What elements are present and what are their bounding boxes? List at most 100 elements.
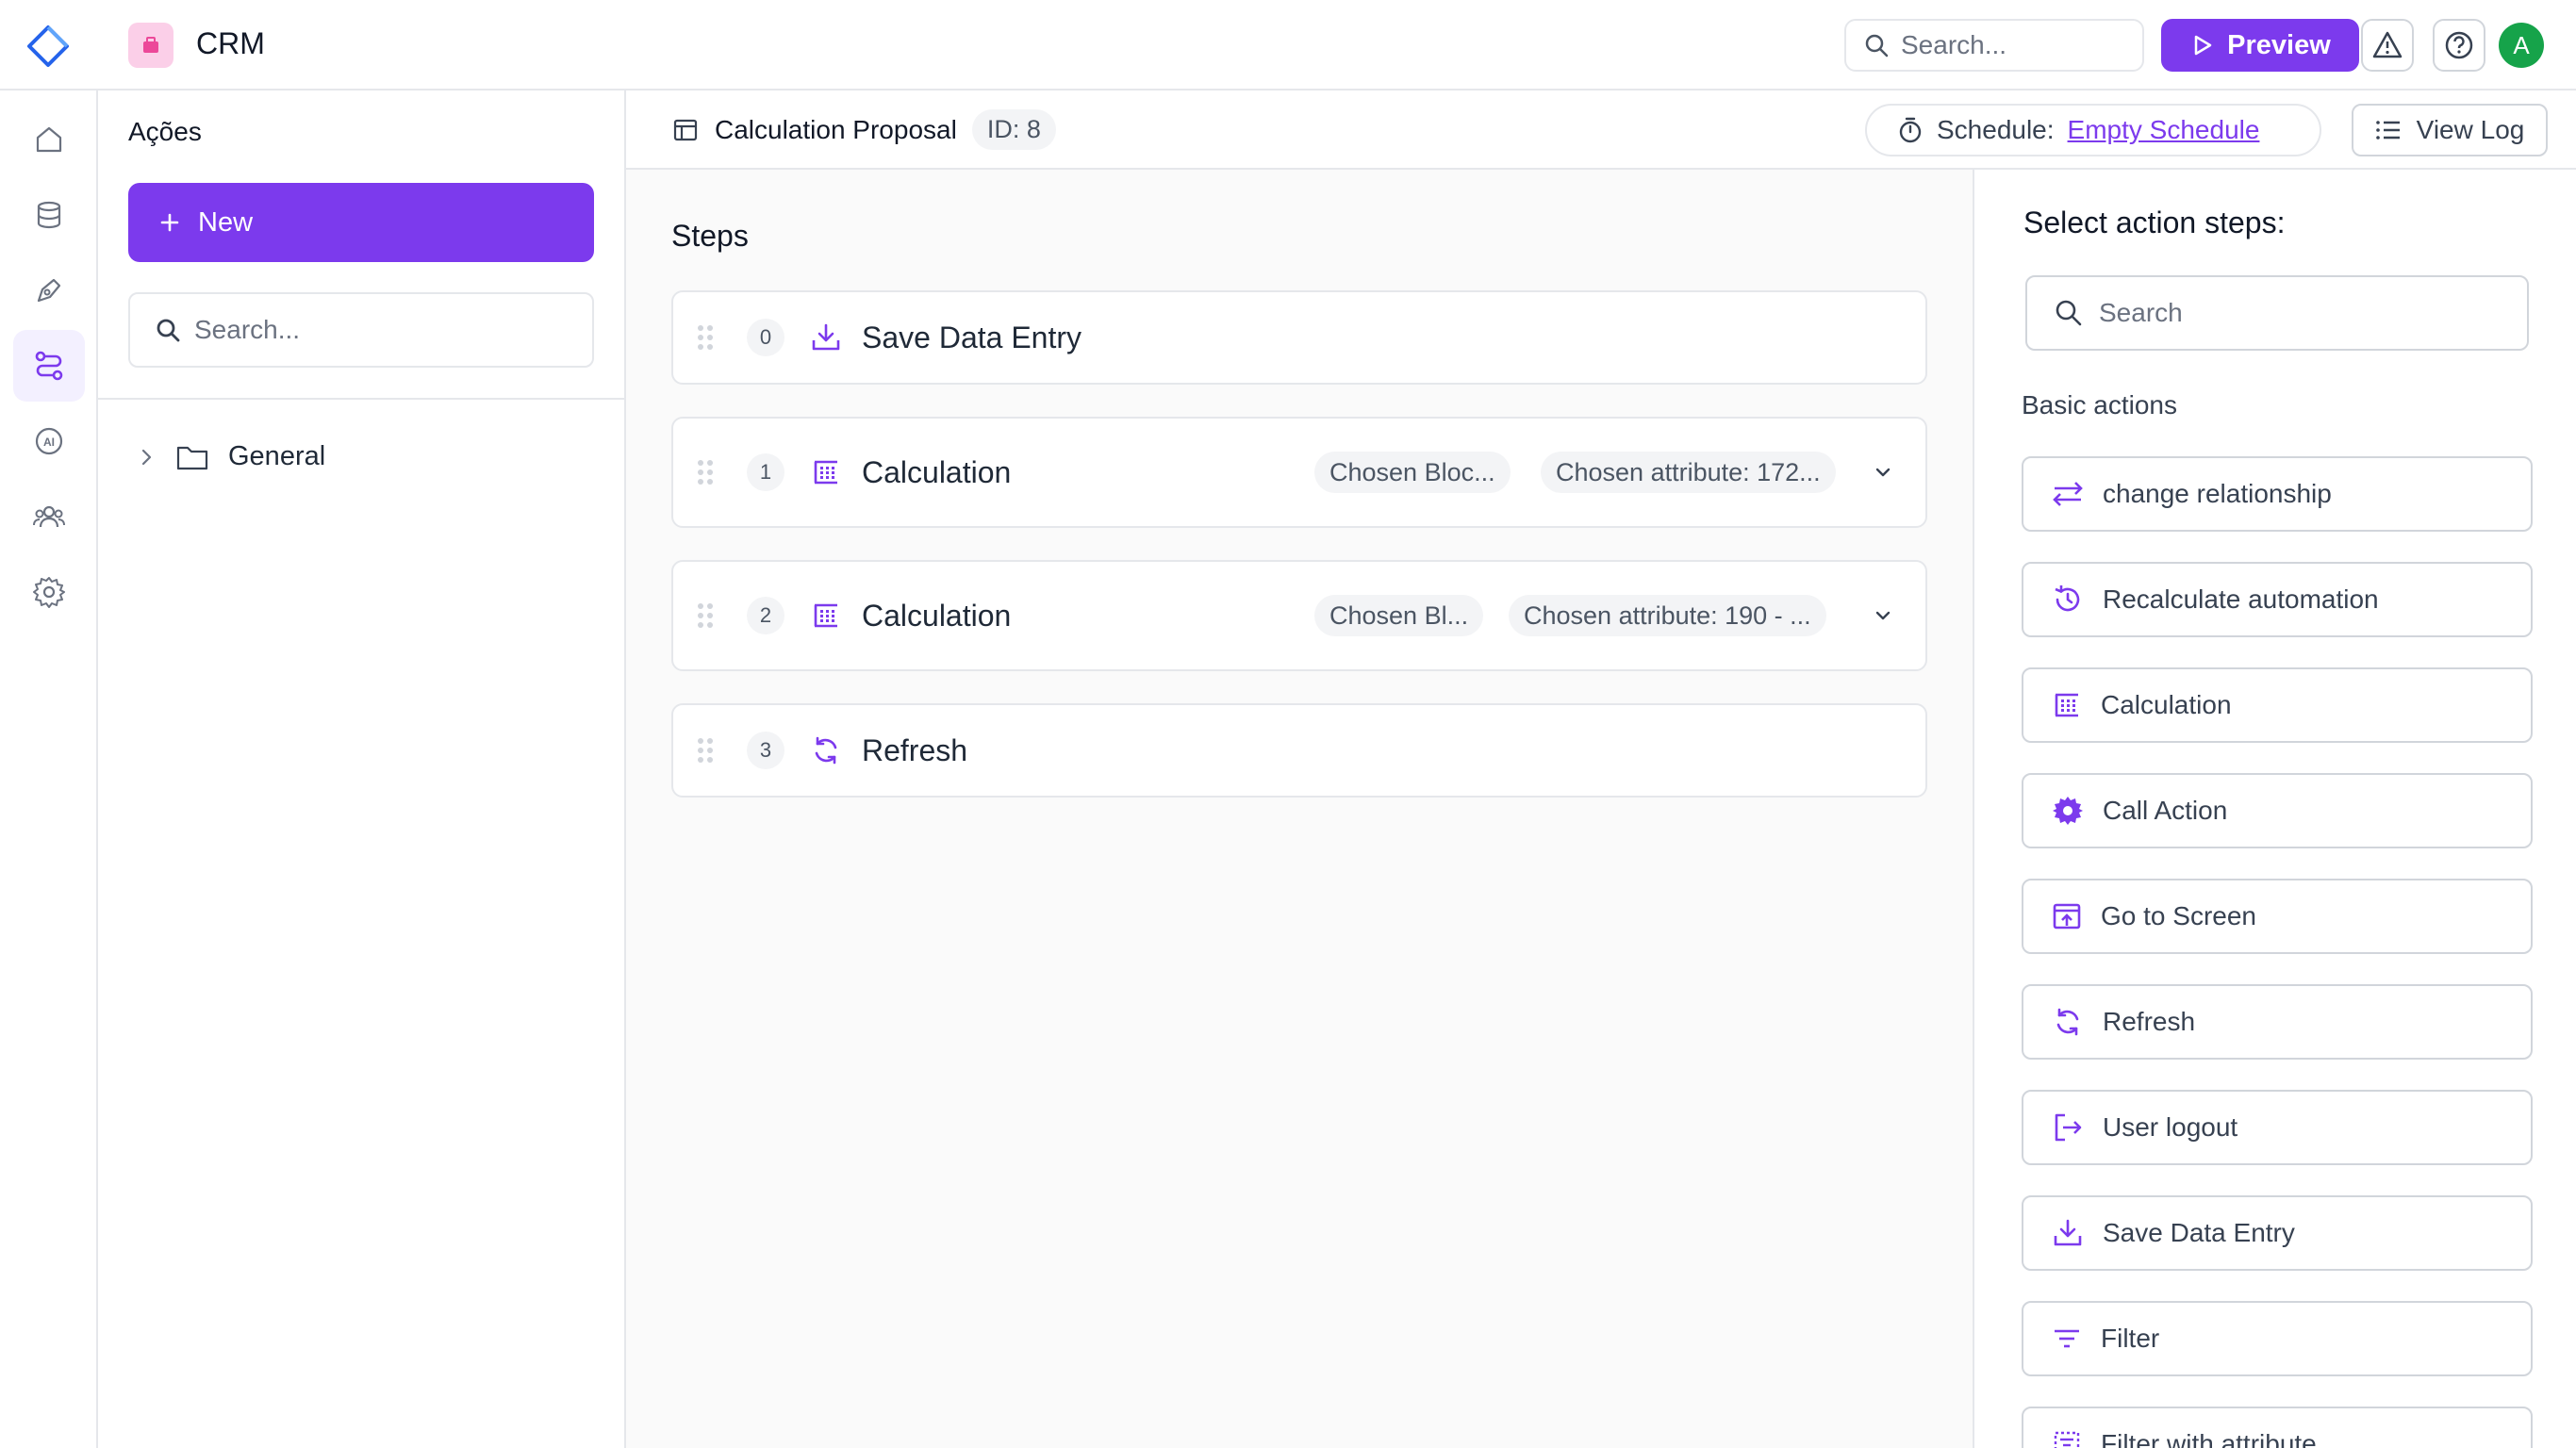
action-option[interactable]: Calculation <box>2022 667 2533 743</box>
action-steps-search-placeholder: Search <box>2099 298 2183 327</box>
preview-label: Preview <box>2227 29 2331 60</box>
action-label: Filter with attribute <box>2101 1429 2317 1448</box>
settings-icon <box>32 575 66 609</box>
automation-header: Calculation Proposal ID: 8 Schedule: Emp… <box>626 90 2576 170</box>
calculation-icon <box>807 597 845 634</box>
section-label: Basic actions <box>2022 390 2177 420</box>
folder-item-general[interactable]: General <box>136 441 325 472</box>
step-item[interactable]: 3 Refresh <box>671 703 1927 798</box>
action-option[interactable]: Filter with attribute <box>2022 1407 2533 1448</box>
chevron-down-icon[interactable] <box>1873 462 1893 483</box>
save-download-icon <box>807 319 845 356</box>
app-root: CRM Search... Preview A AI Ações New Sea… <box>0 0 2576 1448</box>
actions-search-input[interactable]: Search... <box>128 292 594 368</box>
step-label: Refresh <box>862 732 968 767</box>
step-item[interactable]: 2 Calculation Chosen Bl... Chosen attrib… <box>671 560 1927 671</box>
step-chip: Chosen attribute: 190 - ... <box>1509 595 1826 636</box>
plus-icon <box>158 211 181 234</box>
action-option[interactable]: Recalculate automation <box>2022 562 2533 637</box>
save-download-icon <box>2052 1217 2084 1249</box>
relationship-icon <box>2052 480 2084 508</box>
step-index: 3 <box>747 732 784 769</box>
action-label: Call Action <box>2103 796 2228 825</box>
rail-item-home[interactable] <box>13 104 85 175</box>
new-button-label: New <box>198 206 254 238</box>
search-icon <box>1863 32 1890 58</box>
action-label: User logout <box>2103 1112 2238 1142</box>
rail-item-users[interactable] <box>13 481 85 552</box>
action-option[interactable]: change relationship <box>2022 456 2533 532</box>
action-option[interactable]: Go to Screen <box>2022 879 2533 954</box>
steps-title: Steps <box>671 219 749 253</box>
home-icon <box>33 123 65 156</box>
step-item[interactable]: 1 Calculation Chosen Bloc... Chosen attr… <box>671 417 1927 528</box>
filter-attribute-icon <box>2052 1429 2082 1448</box>
screen-icon <box>2052 901 2082 931</box>
ai-icon: AI <box>33 425 65 457</box>
gear-icon <box>2052 795 2084 827</box>
filter-icon <box>2052 1325 2082 1352</box>
automation-title: Calculation Proposal ID: 8 <box>671 109 1056 150</box>
step-label: Calculation <box>862 454 1012 489</box>
action-label: Refresh <box>2103 1007 2196 1036</box>
preview-button[interactable]: Preview <box>2161 19 2359 72</box>
nav-rail: AI <box>0 90 98 1448</box>
rail-item-settings[interactable] <box>13 556 85 628</box>
schedule-link[interactable]: Empty Schedule <box>2068 115 2260 145</box>
users-icon <box>32 501 66 533</box>
step-chip: Chosen attribute: 172... <box>1541 452 1836 493</box>
new-button[interactable]: New <box>128 183 594 262</box>
view-log-button[interactable]: View Log <box>2352 104 2548 156</box>
step-chip: Chosen Bl... <box>1314 595 1484 636</box>
action-label: Go to Screen <box>2101 901 2256 930</box>
table-icon <box>671 116 700 144</box>
action-option[interactable]: Call Action <box>2022 773 2533 848</box>
global-search-input[interactable]: Search... <box>1844 19 2144 72</box>
action-option[interactable]: Filter <box>2022 1301 2533 1376</box>
search-icon <box>155 317 181 343</box>
chevron-right-icon[interactable] <box>136 447 157 468</box>
drag-handle-icon[interactable] <box>696 601 715 630</box>
app-badge-icon <box>128 23 173 68</box>
logo-icon[interactable] <box>26 25 70 68</box>
refresh-icon <box>807 732 845 769</box>
step-label: Save Data Entry <box>862 320 1082 354</box>
action-label: Save Data Entry <box>2103 1218 2295 1247</box>
rail-item-workflows[interactable] <box>13 330 85 402</box>
action-label: Filter <box>2101 1324 2160 1353</box>
alerts-button[interactable] <box>2361 19 2414 72</box>
folder-icon <box>175 443 209 471</box>
automation-name: Calculation Proposal <box>715 114 957 144</box>
view-log-label: View Log <box>2416 115 2525 144</box>
actions-search-placeholder: Search... <box>194 315 301 344</box>
rail-item-ai[interactable]: AI <box>13 405 85 477</box>
drag-handle-icon[interactable] <box>696 323 715 352</box>
avatar[interactable]: A <box>2499 23 2544 68</box>
logout-icon <box>2052 1111 2084 1144</box>
action-option[interactable]: Save Data Entry <box>2022 1195 2533 1271</box>
action-label: Recalculate automation <box>2103 584 2379 614</box>
step-index: 0 <box>747 319 784 356</box>
rail-item-design[interactable] <box>13 255 85 326</box>
help-button[interactable] <box>2433 19 2485 72</box>
panel-title: Select action steps: <box>2023 206 2286 239</box>
action-label: Calculation <box>2101 690 2232 719</box>
action-option[interactable]: Refresh <box>2022 984 2533 1060</box>
refresh-icon <box>2052 1006 2084 1038</box>
rail-item-database[interactable] <box>13 179 85 251</box>
pen-tool-icon <box>33 274 65 306</box>
list-icon <box>2375 119 2402 141</box>
chevron-down-icon[interactable] <box>1873 605 1893 626</box>
drag-handle-icon[interactable] <box>696 458 715 486</box>
schedule-control[interactable]: Schedule: Empty Schedule <box>1865 104 2321 156</box>
action-option[interactable]: User logout <box>2022 1090 2533 1165</box>
action-steps-search-input[interactable]: Search <box>2025 275 2529 351</box>
database-icon <box>33 199 65 231</box>
folder-label: General <box>228 441 326 471</box>
recalculate-icon <box>2052 584 2084 616</box>
steps-canvas: Steps 0 Save Data Entry 1 Calculation Ch… <box>626 170 1973 1448</box>
step-item[interactable]: 0 Save Data Entry <box>671 290 1927 385</box>
drag-handle-icon[interactable] <box>696 736 715 765</box>
schedule-label: Schedule: <box>1937 115 2055 144</box>
action-steps-panel: Select action steps: Search Basic action… <box>1973 170 2576 1448</box>
